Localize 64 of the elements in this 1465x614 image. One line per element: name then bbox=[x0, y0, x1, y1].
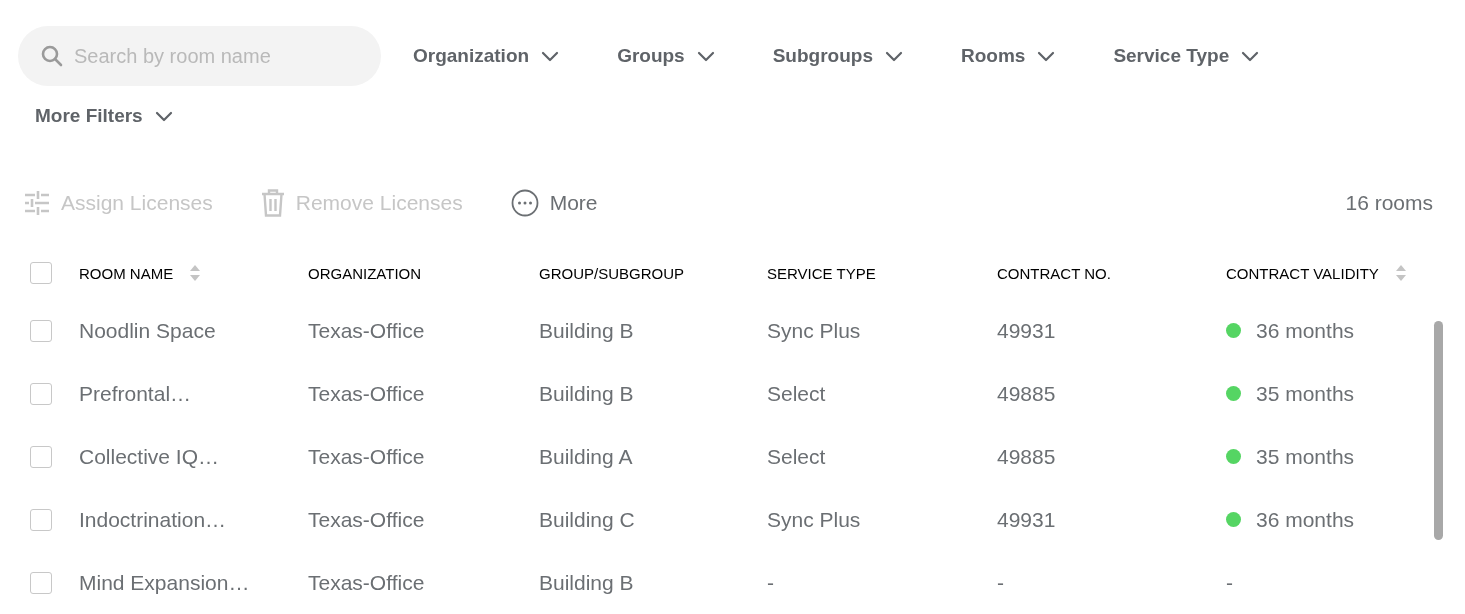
table-cell: 49885 bbox=[997, 444, 1056, 469]
table-cell: Building A bbox=[539, 444, 633, 469]
sliders-icon bbox=[24, 190, 50, 216]
table-cell: Indoctrination… bbox=[79, 507, 227, 532]
table-cell: - bbox=[997, 570, 1004, 595]
more-button[interactable]: More bbox=[510, 189, 598, 217]
column-header: ORGANIZATION bbox=[308, 264, 422, 282]
column-header: SERVICE TYPE bbox=[767, 264, 876, 282]
checkbox[interactable] bbox=[30, 445, 52, 468]
checkbox[interactable] bbox=[30, 319, 52, 342]
table-cell: Building B bbox=[539, 570, 634, 595]
room-count: 16 rooms bbox=[1345, 191, 1433, 215]
filter-dropdown[interactable]: Service Type bbox=[1096, 26, 1277, 86]
table-cell: Texas-Office bbox=[308, 318, 425, 343]
table-cell: - bbox=[1226, 570, 1233, 595]
table-cell: Noodlin Space bbox=[79, 318, 216, 343]
trash-icon bbox=[260, 189, 285, 217]
table-cell: Prefrontal… bbox=[79, 381, 192, 406]
table-cell: Sync Plus bbox=[767, 507, 861, 532]
table-cell: Texas-Office bbox=[308, 507, 425, 532]
table-cell: 49931 bbox=[997, 507, 1056, 532]
checkbox[interactable] bbox=[30, 508, 52, 531]
table-cell: 36 months bbox=[1256, 318, 1355, 343]
column-header: ROOM NAME bbox=[79, 264, 174, 282]
table-cell: Building C bbox=[539, 507, 635, 532]
search-icon bbox=[40, 44, 64, 68]
filter-dropdown[interactable]: Organization bbox=[396, 26, 577, 86]
column-header: CONTRACT NO. bbox=[997, 264, 1111, 282]
filter-dropdown[interactable]: Rooms bbox=[943, 26, 1073, 86]
table-cell: Texas-Office bbox=[308, 381, 425, 406]
chevron-down-icon bbox=[541, 50, 560, 62]
table-cell: 49885 bbox=[997, 381, 1056, 406]
table-cell: 36 months bbox=[1256, 507, 1355, 532]
table-cell: Sync Plus bbox=[767, 318, 861, 343]
table-cell: Texas-Office bbox=[308, 444, 425, 469]
checkbox[interactable] bbox=[30, 262, 52, 284]
filter-dropdown[interactable]: Groups bbox=[600, 26, 732, 86]
checkbox[interactable] bbox=[30, 571, 52, 594]
sort-icon[interactable] bbox=[1394, 264, 1407, 282]
table-cell: Select bbox=[767, 381, 826, 406]
chevron-down-icon bbox=[1037, 50, 1056, 62]
search-field[interactable]: Search by room name bbox=[18, 26, 381, 86]
table-cell: Texas-Office bbox=[308, 570, 425, 595]
column-header: CONTRACT VALIDITY bbox=[1226, 264, 1379, 282]
chevron-down-icon bbox=[1241, 50, 1260, 62]
table-cell: - bbox=[767, 570, 774, 595]
checkbox[interactable] bbox=[30, 382, 52, 405]
more-icon bbox=[510, 189, 539, 217]
table-cell: Mind Expansion… bbox=[79, 570, 250, 595]
table-cell: Collective IQ… bbox=[79, 444, 220, 469]
sort-icon[interactable] bbox=[189, 264, 202, 282]
column-header: GROUP/SUBGROUP bbox=[539, 264, 685, 282]
chevron-down-icon bbox=[884, 50, 903, 62]
table-cell: 49931 bbox=[997, 318, 1056, 343]
table-cell: Select bbox=[767, 444, 826, 469]
table-cell: 35 months bbox=[1256, 444, 1355, 469]
chevron-down-icon bbox=[154, 110, 173, 122]
chevron-down-icon bbox=[696, 50, 715, 62]
table-cell: 35 months bbox=[1256, 381, 1355, 406]
table-cell: Building B bbox=[539, 318, 634, 343]
scrollbar-thumb[interactable] bbox=[1434, 321, 1443, 540]
table-cell: Building B bbox=[539, 381, 634, 406]
filter-dropdown[interactable]: Subgroups bbox=[755, 26, 920, 86]
filter-dropdown[interactable]: More Filters bbox=[18, 86, 190, 146]
